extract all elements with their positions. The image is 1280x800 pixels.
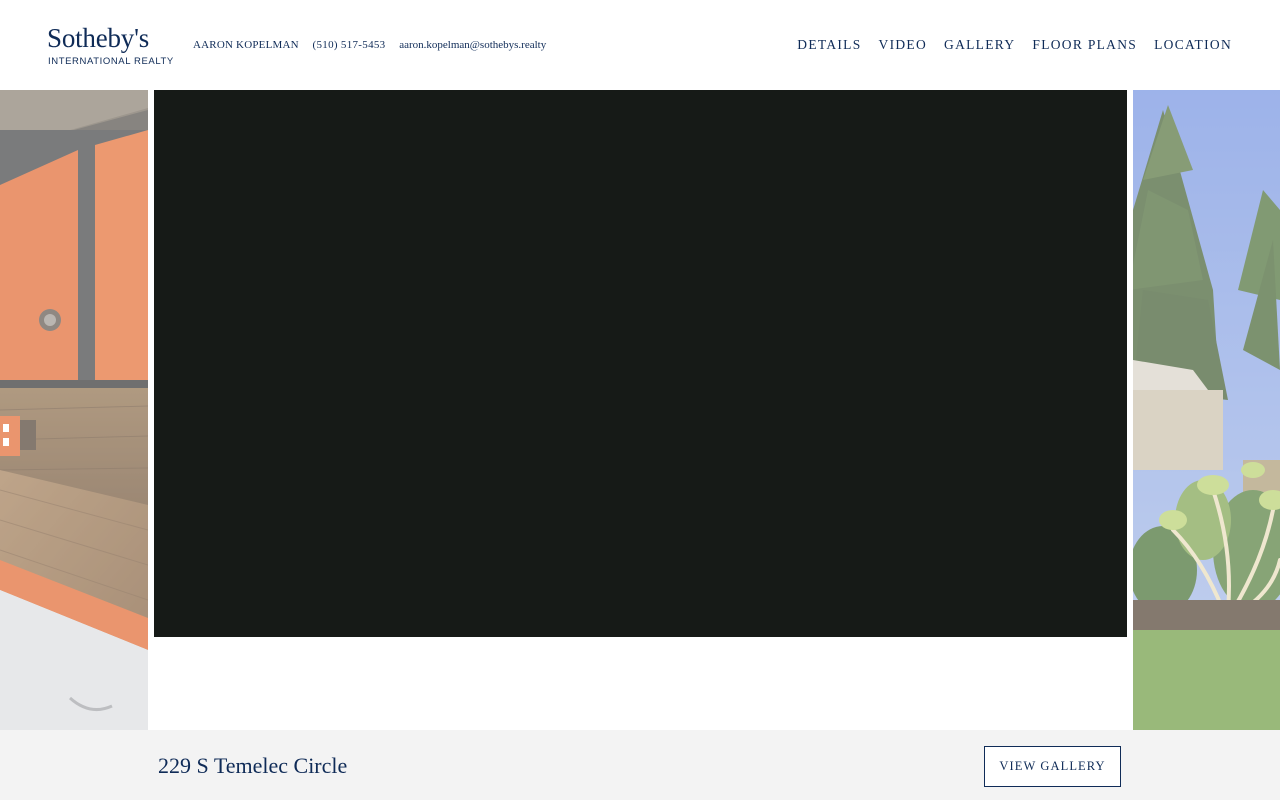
agent-contact: AARON KOPELMAN (510) 517-5453 aaron.kope… [193, 38, 546, 52]
property-address: 229 S Temelec Circle [158, 753, 348, 778]
nav-video[interactable]: VIDEO [879, 36, 928, 54]
nav-gallery[interactable]: GALLERY [944, 36, 1015, 54]
previous-slide-image[interactable] [0, 90, 148, 730]
main-nav: DETAILS VIDEO GALLERY FLOOR PLANS LOCATI… [797, 36, 1232, 54]
nav-details[interactable]: DETAILS [797, 36, 861, 54]
slide-fade-overlay [0, 90, 148, 730]
video-player[interactable] [154, 90, 1127, 637]
nav-location[interactable]: LOCATION [1154, 36, 1232, 54]
sothebys-logo[interactable]: Sotheby's INTERNATIONAL REALTY [47, 22, 173, 68]
property-footer-bar: 229 S Temelec Circle VIEW GALLERY [0, 730, 1280, 800]
site-header: Sotheby's INTERNATIONAL REALTY AARON KOP… [0, 0, 1280, 90]
logo-wordmark: Sotheby's [47, 23, 150, 53]
agent-phone-link[interactable]: (510) 517-5453 [313, 38, 386, 52]
agent-name: AARON KOPELMAN [193, 39, 299, 51]
nav-floor-plans[interactable]: FLOOR PLANS [1032, 36, 1137, 54]
slide-fade-overlay [1133, 90, 1280, 730]
media-carousel [0, 90, 1280, 730]
next-slide-image[interactable] [1133, 90, 1280, 730]
view-gallery-button[interactable]: VIEW GALLERY [984, 746, 1121, 787]
agent-email-link[interactable]: aaron.kopelman@sothebys.realty [399, 38, 546, 52]
logo-subtitle: INTERNATIONAL REALTY [48, 56, 174, 67]
